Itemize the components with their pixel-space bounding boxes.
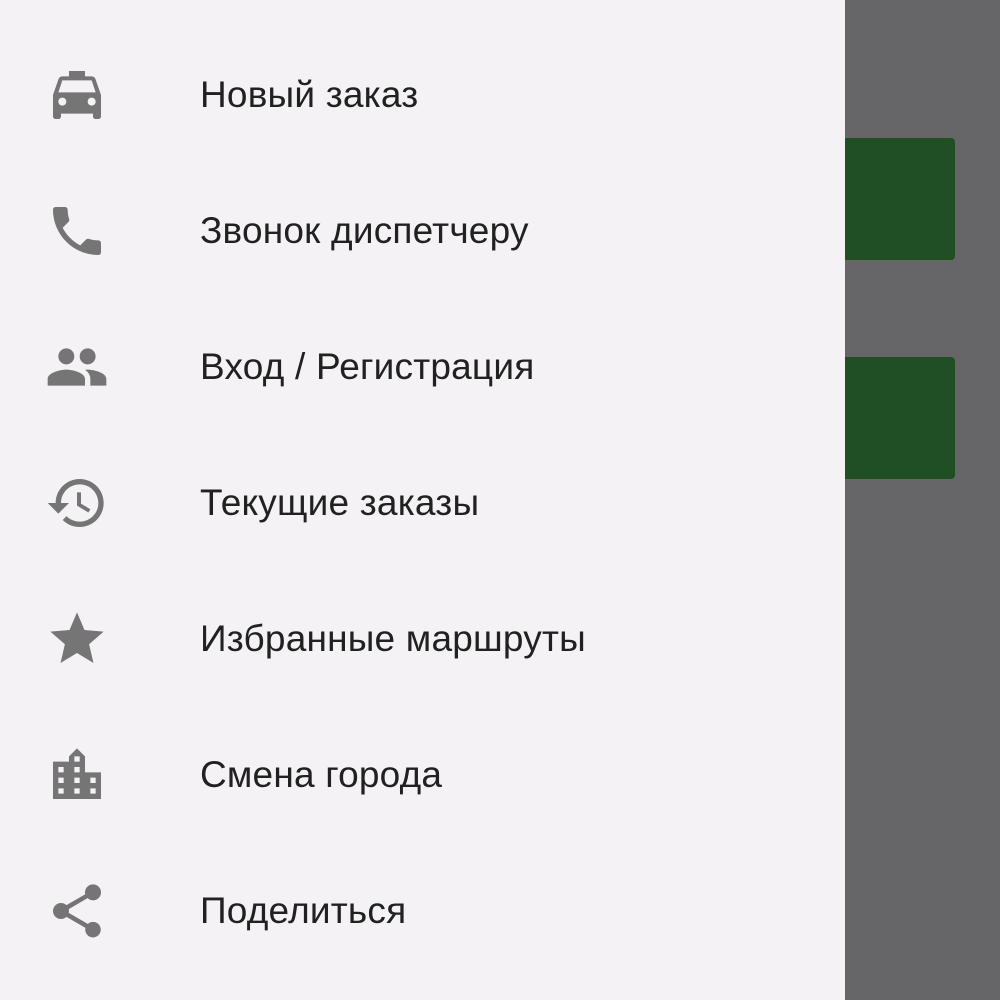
drawer-menu: Новый заказ Звонок диспетчеру Вход / Рег… bbox=[0, 27, 845, 979]
menu-item-label: Смена города bbox=[200, 754, 443, 795]
menu-item-label: Вход / Регистрация bbox=[200, 346, 535, 387]
menu-item-label: Новый заказ bbox=[200, 74, 419, 115]
menu-item-current-orders[interactable]: Текущие заказы bbox=[0, 435, 845, 571]
menu-item-favorite-routes[interactable]: Избранные маршруты bbox=[0, 571, 845, 707]
menu-item-share[interactable]: Поделиться bbox=[0, 843, 845, 979]
taxi-icon bbox=[45, 63, 109, 127]
app-screen: Новый заказ Звонок диспетчеру Вход / Рег… bbox=[0, 0, 1000, 1000]
menu-item-label: Текущие заказы bbox=[200, 482, 480, 523]
menu-item-label: Звонок диспетчеру bbox=[200, 210, 529, 251]
star-icon bbox=[45, 607, 109, 671]
navigation-drawer: Новый заказ Звонок диспетчеру Вход / Рег… bbox=[0, 0, 845, 1000]
menu-item-call-dispatcher[interactable]: Звонок диспетчеру bbox=[0, 163, 845, 299]
menu-item-login-register[interactable]: Вход / Регистрация bbox=[0, 299, 845, 435]
history-icon bbox=[45, 471, 109, 535]
menu-item-label: Поделиться bbox=[200, 890, 407, 931]
menu-item-label: Избранные маршруты bbox=[200, 618, 586, 659]
share-icon bbox=[45, 879, 109, 943]
city-icon bbox=[45, 743, 109, 807]
menu-item-change-city[interactable]: Смена города bbox=[0, 707, 845, 843]
people-icon bbox=[45, 335, 109, 399]
phone-icon bbox=[45, 199, 109, 263]
menu-item-new-order[interactable]: Новый заказ bbox=[0, 27, 845, 163]
